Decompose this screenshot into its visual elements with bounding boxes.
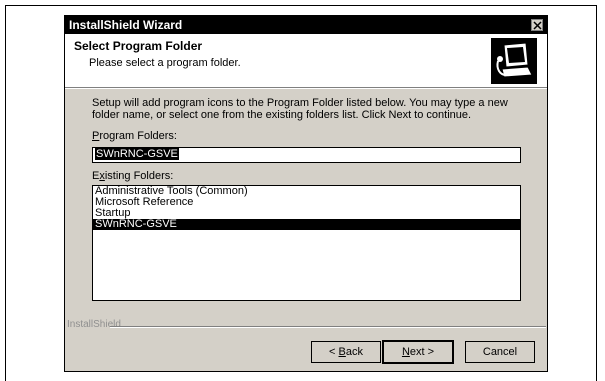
- existing-folders-label-text: isting Folders:: [104, 170, 174, 182]
- installer-computer-icon: [491, 38, 537, 84]
- next-label: ext >: [409, 346, 435, 358]
- next-button[interactable]: Next >: [382, 340, 454, 364]
- page-title: Select Program Folder: [74, 39, 203, 53]
- existing-folders-list[interactable]: Administrative Tools (Common) Microsoft …: [92, 185, 521, 301]
- back-label: ack: [345, 346, 363, 358]
- program-folders-label-text: rogram Folders:: [99, 130, 177, 142]
- wizard-header: Select Program Folder Please select a pr…: [65, 34, 547, 88]
- program-folder-input[interactable]: SWnRNC-GSVE: [92, 147, 521, 163]
- instructions-text: Setup will add program icons to the Prog…: [92, 97, 508, 121]
- installshield-dialog: InstallShield Wizard Select Program Fold…: [64, 15, 548, 372]
- installshield-brand-label: InstallShield: [67, 319, 121, 330]
- program-folder-value: SWnRNC-GSVE: [95, 148, 179, 160]
- window-title: InstallShield Wizard: [69, 18, 183, 32]
- back-button[interactable]: < Back: [311, 341, 381, 363]
- program-folders-label: Program Folders:: [92, 130, 177, 142]
- next-accel: N: [401, 346, 410, 358]
- cancel-label: Cancel: [482, 346, 518, 358]
- list-item-selected[interactable]: SWnRNC-GSVE: [93, 219, 520, 230]
- footer-divider: [110, 326, 546, 328]
- back-accel: B: [338, 346, 346, 358]
- cancel-button[interactable]: Cancel: [465, 341, 535, 363]
- header-divider: [65, 88, 547, 89]
- close-button[interactable]: [531, 19, 543, 31]
- back-prefix: <: [329, 346, 339, 358]
- page-subtitle: Please select a program folder.: [89, 57, 241, 69]
- list-item[interactable]: Microsoft Reference: [93, 197, 520, 208]
- existing-folders-label: Existing Folders:: [92, 170, 173, 182]
- close-icon: [533, 21, 542, 30]
- title-bar[interactable]: InstallShield Wizard: [65, 16, 547, 34]
